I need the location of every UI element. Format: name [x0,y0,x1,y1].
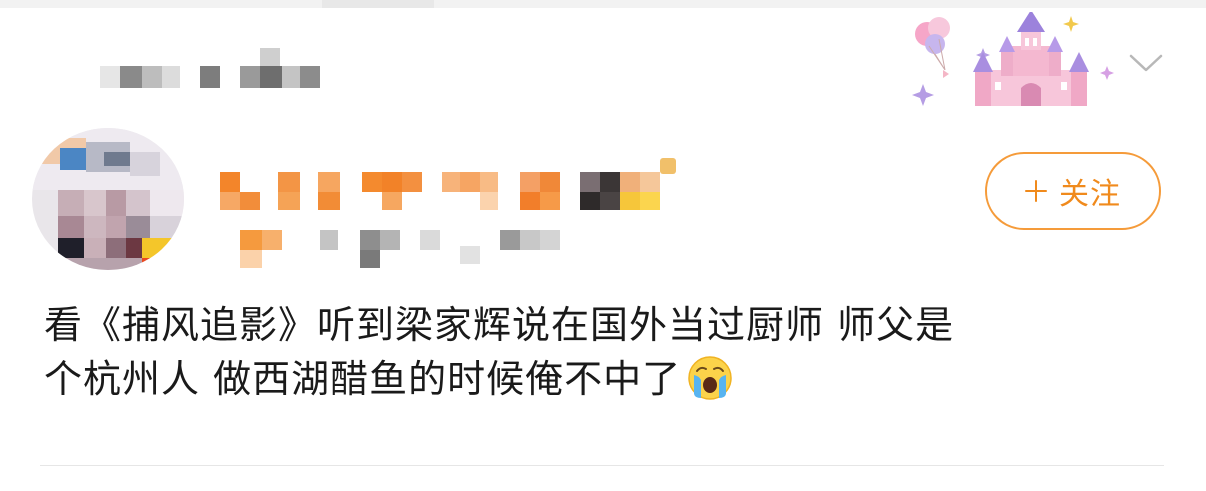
divider [40,465,1164,466]
post-text-line-2: 个杭州人 做西湖醋鱼的时候俺不中了 [44,352,1174,406]
avatar[interactable] [32,128,184,270]
top-strip [0,0,1206,8]
post-text-line-1: 看《捕风追影》听到梁家辉说在国外当过厨师 师父是 [44,303,955,347]
follow-button-label: 关注 [1059,177,1121,212]
plus-icon [1025,180,1047,202]
chevron-down-icon[interactable] [1128,50,1164,76]
follow-button[interactable]: 关注 [985,152,1161,230]
top-strip-tab [322,0,434,8]
crying-emoji-icon [687,355,733,401]
post-text-line-2-content: 个杭州人 做西湖醋鱼的时候俺不中了 [44,357,682,401]
castle-balloons-decoration [905,10,1127,112]
post-text: 看《捕风追影》听到梁家辉说在国外当过厨师 师父是 个杭州人 做西湖醋鱼的时候俺不… [44,298,1174,406]
